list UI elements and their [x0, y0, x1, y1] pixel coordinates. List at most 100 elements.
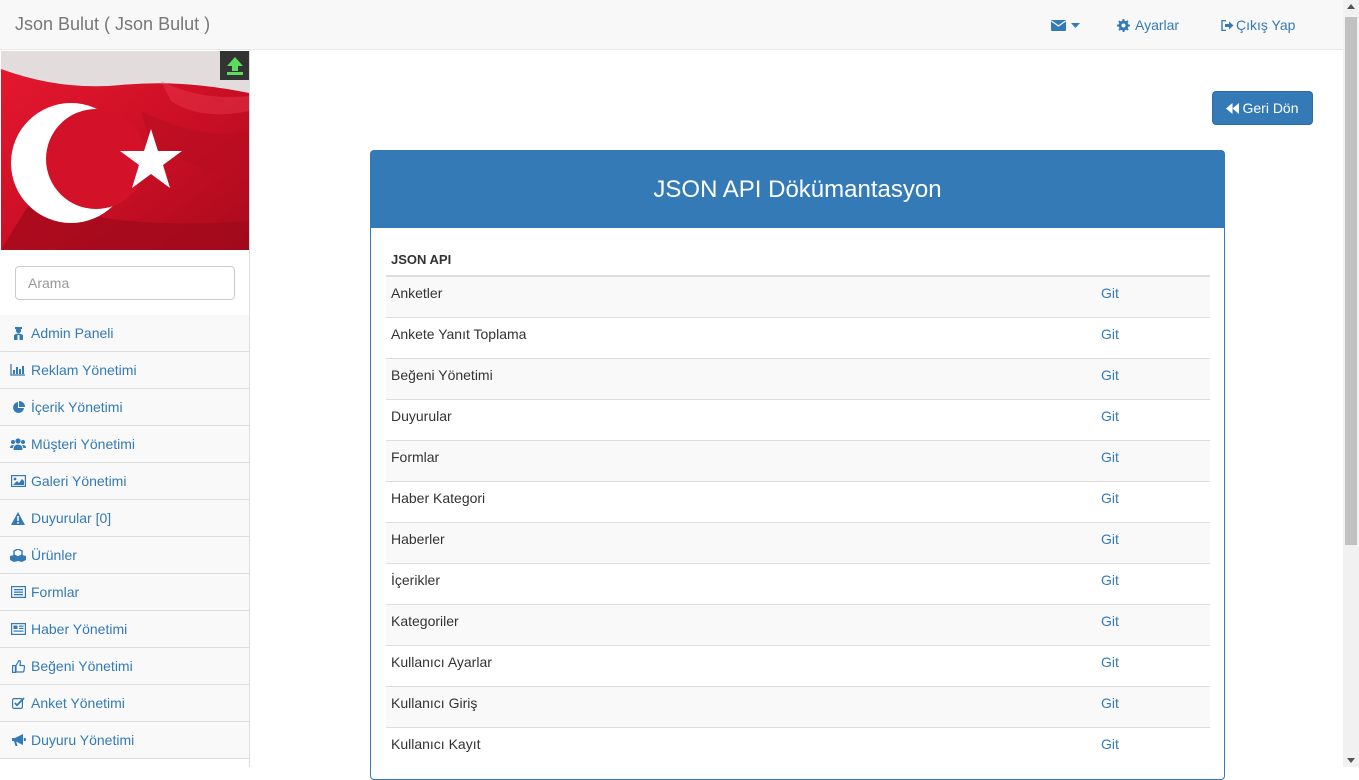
api-name: Haber Kategori: [386, 480, 1096, 522]
table-row: Beğeni Yönetimi Git: [386, 357, 1210, 399]
git-link[interactable]: Git: [1096, 398, 1210, 440]
back-button-label: Geri Dön: [1242, 100, 1299, 116]
thumbs-up-icon: [10, 659, 26, 673]
scroll-up-arrow-icon[interactable]: [1347, 4, 1355, 9]
table-row: Kategoriler Git: [386, 603, 1210, 645]
bullhorn-icon: [10, 733, 26, 747]
git-link[interactable]: Git: [1096, 357, 1210, 399]
table-row: Haberler Git: [386, 521, 1210, 563]
api-name: Anketler: [386, 275, 1096, 317]
envelope-icon: [1051, 19, 1066, 31]
table-header-api: JSON API: [386, 243, 1096, 277]
pie-chart-icon: [10, 400, 26, 414]
table-row: Ankete Yanıt Toplama Git: [386, 316, 1210, 358]
sidebar-item-polls[interactable]: Anket Yönetimi: [0, 685, 249, 722]
sidebar-item-label: Müşteri Yönetimi: [31, 436, 136, 452]
api-name: Duyurular: [386, 398, 1096, 440]
sidebar-item-label: Formlar: [31, 584, 80, 600]
scroll-down-arrow-icon[interactable]: [1347, 758, 1355, 763]
logout-label: Çıkış Yap: [1236, 17, 1296, 33]
sidebar-item-news[interactable]: Haber Yönetimi: [0, 611, 249, 648]
sidebar-search: [0, 250, 249, 316]
sidebar-menu: Admin Paneli Reklam Yönetimi İçerik Yöne…: [0, 315, 249, 759]
table-header-row: JSON API: [386, 243, 1210, 277]
sidebar-item-forms[interactable]: Formlar: [0, 574, 249, 611]
search-input[interactable]: [15, 266, 235, 300]
git-link[interactable]: Git: [1096, 316, 1210, 358]
api-name: İçerikler: [386, 562, 1096, 604]
caret-down-icon: [1071, 22, 1080, 28]
git-link[interactable]: Git: [1096, 562, 1210, 604]
user-secret-icon: [10, 326, 26, 340]
api-name: Beğeni Yönetimi: [386, 357, 1096, 399]
sidebar-item-announcement-management[interactable]: Duyuru Yönetimi: [0, 722, 249, 759]
cubes-icon: [10, 548, 26, 562]
git-link[interactable]: Git: [1096, 726, 1210, 768]
api-table: JSON API Anketler Git Ankete Yanıt Topla…: [386, 243, 1210, 768]
gear-icon: [1117, 18, 1130, 32]
messages-dropdown[interactable]: [1051, 0, 1080, 50]
api-name: Ankete Yanıt Toplama: [386, 316, 1096, 358]
sidebar-item-label: Duyuru Yönetimi: [31, 732, 135, 748]
sidebar-item-label: Admin Paneli: [31, 325, 114, 341]
check-square-icon: [10, 696, 26, 710]
table-row: Kullanıcı Ayarlar Git: [386, 644, 1210, 686]
git-link[interactable]: Git: [1096, 644, 1210, 686]
list-alt-icon: [10, 585, 26, 599]
sidebar-item-label: Galeri Yönetimi: [31, 473, 127, 489]
table-row: Anketler Git: [386, 275, 1210, 317]
git-link[interactable]: Git: [1096, 480, 1210, 522]
panel-heading: JSON API Dökümantasyon: [371, 151, 1224, 228]
api-name: Kullanıcı Ayarlar: [386, 644, 1096, 686]
upload-photo-button[interactable]: [220, 51, 249, 80]
sidebar-item-announcements[interactable]: Duyurular [0]: [0, 500, 249, 537]
sidebar-item-label: Beğeni Yönetimi: [31, 658, 133, 674]
settings-label: Ayarlar: [1135, 17, 1180, 33]
git-link[interactable]: Git: [1096, 521, 1210, 563]
page-scrollbar[interactable]: [1343, 0, 1359, 767]
scrollbar-thumb[interactable]: [1345, 17, 1357, 545]
top-navbar: Json Bulut ( Json Bulut ) Ayarlar Çıkış …: [0, 0, 1343, 50]
upload-icon: [226, 56, 243, 75]
sidebar-item-likes[interactable]: Beğeni Yönetimi: [0, 648, 249, 685]
api-name: Kullanıcı Giriş: [386, 685, 1096, 727]
logout-link[interactable]: Çıkış Yap: [1221, 0, 1295, 50]
turkish-flag-image: [1, 51, 249, 250]
sidebar-item-gallery[interactable]: Galeri Yönetimi: [0, 463, 249, 500]
git-link[interactable]: Git: [1096, 439, 1210, 481]
warning-icon: [10, 511, 26, 525]
table-row: Kullanıcı Kayıt Git: [386, 726, 1210, 768]
settings-link[interactable]: Ayarlar: [1117, 0, 1179, 50]
sidebar-item-label: Ürünler: [31, 547, 77, 563]
api-docs-panel: JSON API Dökümantasyon JSON API Anketler…: [370, 150, 1225, 780]
git-link[interactable]: Git: [1096, 275, 1210, 317]
table-row: Duyurular Git: [386, 398, 1210, 440]
brand-title[interactable]: Json Bulut ( Json Bulut ): [15, 14, 210, 35]
sidebar-item-label: Haber Yönetimi: [31, 621, 128, 637]
sidebar-item-label: Duyurular [0]: [31, 510, 112, 526]
sidebar: Admin Paneli Reklam Yönetimi İçerik Yöne…: [0, 50, 250, 767]
sidebar-item-ads[interactable]: Reklam Yönetimi: [0, 352, 249, 389]
api-name: Kategoriler: [386, 603, 1096, 645]
image-icon: [10, 474, 26, 488]
api-name: Formlar: [386, 439, 1096, 481]
back-button[interactable]: Geri Dön: [1212, 91, 1313, 125]
table-row: Kullanıcı Giriş Git: [386, 685, 1210, 727]
sidebar-item-label: Reklam Yönetimi: [31, 362, 137, 378]
users-icon: [10, 437, 26, 451]
sidebar-item-customers[interactable]: Müşteri Yönetimi: [0, 426, 249, 463]
newspaper-icon: [10, 622, 26, 636]
sidebar-item-label: Anket Yönetimi: [31, 695, 125, 711]
git-link[interactable]: Git: [1096, 685, 1210, 727]
backward-icon: [1226, 102, 1240, 114]
sidebar-item-label: İçerik Yönetimi: [31, 399, 123, 415]
sidebar-item-content[interactable]: İçerik Yönetimi: [0, 389, 249, 426]
git-link[interactable]: Git: [1096, 603, 1210, 645]
table-header-empty: [1096, 243, 1210, 277]
sidebar-item-admin-panel[interactable]: Admin Paneli: [0, 315, 249, 352]
table-row: Haber Kategori Git: [386, 480, 1210, 522]
bar-chart-icon: [10, 363, 26, 377]
sign-out-icon: [1221, 19, 1234, 31]
table-row: İçerikler Git: [386, 562, 1210, 604]
sidebar-item-products[interactable]: Ürünler: [0, 537, 249, 574]
